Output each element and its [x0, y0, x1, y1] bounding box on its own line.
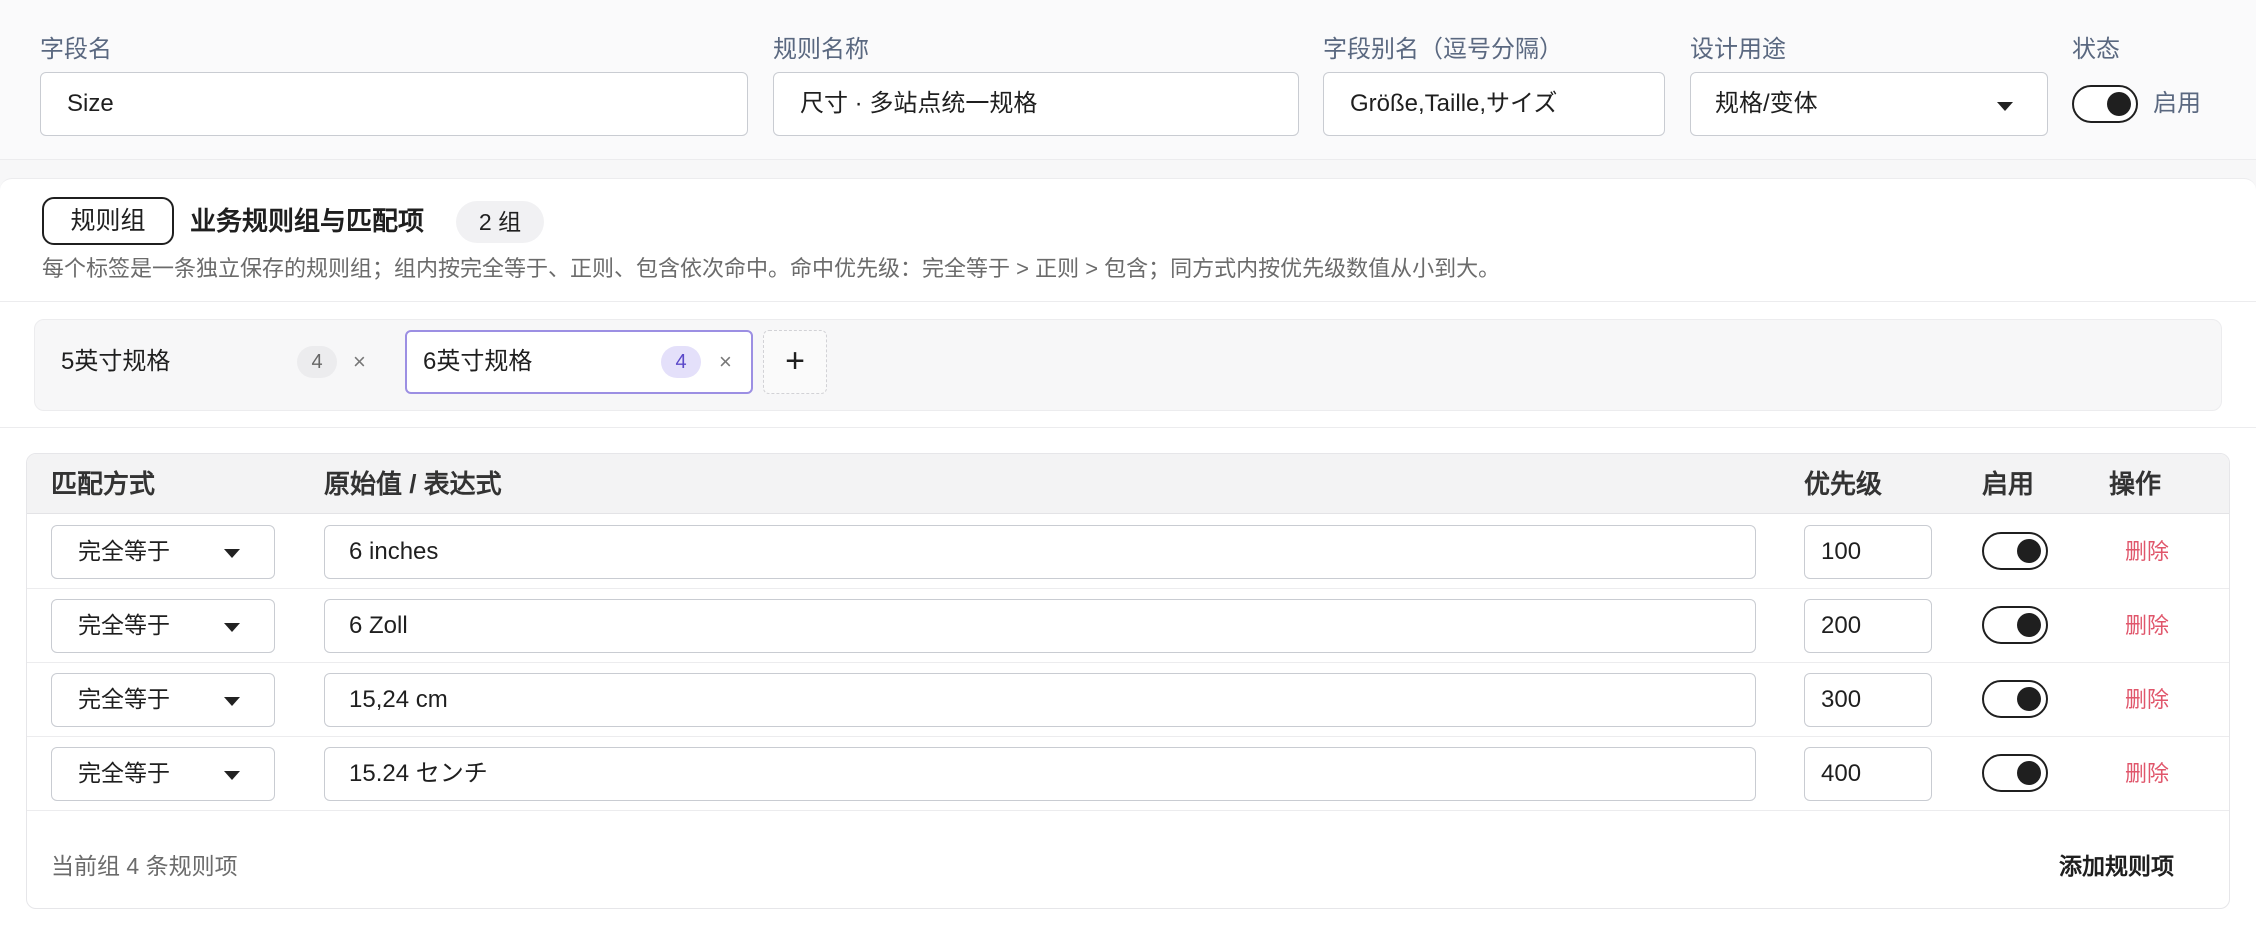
divider [0, 427, 2256, 428]
panel-title: 业务规则组与匹配项 [190, 206, 425, 236]
tab-count-badge: 4 [297, 346, 337, 378]
value-input[interactable]: 15,24 cm [324, 673, 1756, 727]
usage-group: 设计用途 [1690, 34, 1786, 66]
field-name-input[interactable]: Size [40, 72, 748, 136]
header-enabled: 启用 [1982, 469, 2035, 499]
delete-button[interactable]: 删除 [2125, 589, 2169, 663]
divider [0, 301, 2256, 302]
chevron-down-icon [224, 697, 240, 706]
rules-panel: 规则组 业务规则组与匹配项 2 组 每个标签是一条独立保存的规则组；组内按完全等… [0, 178, 2256, 940]
field-name-group: 字段名 [40, 34, 112, 66]
match-type-select[interactable]: 完全等于 [51, 599, 275, 653]
value-input[interactable]: 15.24 センチ [324, 747, 1756, 801]
table-row: 完全等于 15.24 センチ 400 删除 [27, 737, 2229, 811]
chevron-down-icon [224, 623, 240, 632]
status-group: 状态 [2072, 34, 2120, 66]
enabled-toggle[interactable] [1982, 754, 2048, 792]
usage-select[interactable]: 规格/变体 [1690, 72, 2048, 136]
enabled-toggle[interactable] [1982, 680, 2048, 718]
value-input[interactable]: 6 inches [324, 525, 1756, 579]
field-name-label: 字段名 [40, 36, 112, 63]
status-value: 启用 [2153, 90, 2201, 117]
match-type-select[interactable]: 完全等于 [51, 673, 275, 727]
chevron-down-icon [224, 771, 240, 780]
rule-name-group: 规则名称 [773, 34, 869, 66]
match-type-value: 完全等于 [78, 686, 170, 712]
table-row: 完全等于 6 Zoll 200 删除 [27, 589, 2229, 663]
table-row: 完全等于 15,24 cm 300 删除 [27, 663, 2229, 737]
status-toggle[interactable] [2072, 85, 2138, 123]
rule-group-badge: 规则组 [42, 197, 174, 245]
match-type-select[interactable]: 完全等于 [51, 525, 275, 579]
toggle-knob [2017, 687, 2041, 711]
tab-5-inch[interactable]: 5英寸规格 4 × [45, 330, 385, 394]
enabled-toggle[interactable] [1982, 532, 2048, 570]
match-type-value: 完全等于 [78, 612, 170, 638]
delete-button[interactable]: 删除 [2125, 737, 2169, 811]
toggle-knob [2107, 92, 2131, 116]
panel-description: 每个标签是一条独立保存的规则组；组内按完全等于、正则、包含依次命中。命中优先级：… [42, 256, 1501, 281]
status-label: 状态 [2072, 36, 2120, 63]
match-type-select[interactable]: 完全等于 [51, 747, 275, 801]
add-rule-button[interactable]: 添加规则项 [2059, 846, 2174, 886]
tab-label: 5英寸规格 [61, 348, 171, 375]
tab-count-badge: 4 [661, 346, 701, 378]
close-icon[interactable]: × [353, 330, 366, 394]
match-type-value: 完全等于 [78, 538, 170, 564]
priority-input[interactable]: 400 [1804, 747, 1932, 801]
rules-table: 匹配方式 原始值 / 表达式 优先级 启用 操作 完全等于 6 inches 1… [26, 453, 2230, 909]
table-row: 完全等于 6 inches 100 删除 [27, 515, 2229, 589]
header-actions: 操作 [2109, 469, 2162, 499]
rule-group-tabs: 5英寸规格 4 × 6英寸规格 4 × + [34, 319, 2222, 411]
header-priority: 优先级 [1804, 469, 1883, 499]
priority-input[interactable]: 200 [1804, 599, 1932, 653]
alias-label: 字段别名（逗号分隔） [1323, 36, 1563, 63]
toggle-knob [2017, 761, 2041, 785]
alias-group: 字段别名（逗号分隔） [1323, 34, 1563, 66]
close-icon[interactable]: × [719, 330, 732, 394]
value-input[interactable]: 6 Zoll [324, 599, 1756, 653]
toggle-knob [2017, 539, 2041, 563]
add-group-button[interactable]: + [763, 330, 827, 394]
match-type-value: 完全等于 [78, 760, 170, 786]
rule-name-input[interactable]: 尺寸 · 多站点统一规格 [773, 72, 1299, 136]
usage-select-value: 规格/变体 [1715, 90, 1818, 117]
priority-input[interactable]: 300 [1804, 673, 1932, 727]
rule-count-text: 当前组 4 条规则项 [51, 853, 238, 879]
group-count-badge: 2 组 [456, 201, 544, 243]
usage-label: 设计用途 [1690, 36, 1786, 63]
delete-button[interactable]: 删除 [2125, 663, 2169, 737]
header-match: 匹配方式 [51, 469, 156, 499]
tab-label: 6英寸规格 [423, 348, 533, 375]
enabled-toggle[interactable] [1982, 606, 2048, 644]
chevron-down-icon [1997, 102, 2013, 111]
chevron-down-icon [224, 549, 240, 558]
table-header: 匹配方式 原始值 / 表达式 优先级 启用 操作 [27, 454, 2229, 514]
rule-name-label: 规则名称 [773, 36, 869, 63]
header-value: 原始值 / 表达式 [324, 469, 502, 499]
toggle-knob [2017, 613, 2041, 637]
tab-6-inch[interactable]: 6英寸规格 4 × [405, 330, 753, 394]
field-header: 字段名 Size 规则名称 尺寸 · 多站点统一规格 字段别名（逗号分隔） Gr… [0, 0, 2256, 160]
delete-button[interactable]: 删除 [2125, 515, 2169, 589]
priority-input[interactable]: 100 [1804, 525, 1932, 579]
alias-input[interactable]: Größe,Taille,サイズ [1323, 72, 1665, 136]
